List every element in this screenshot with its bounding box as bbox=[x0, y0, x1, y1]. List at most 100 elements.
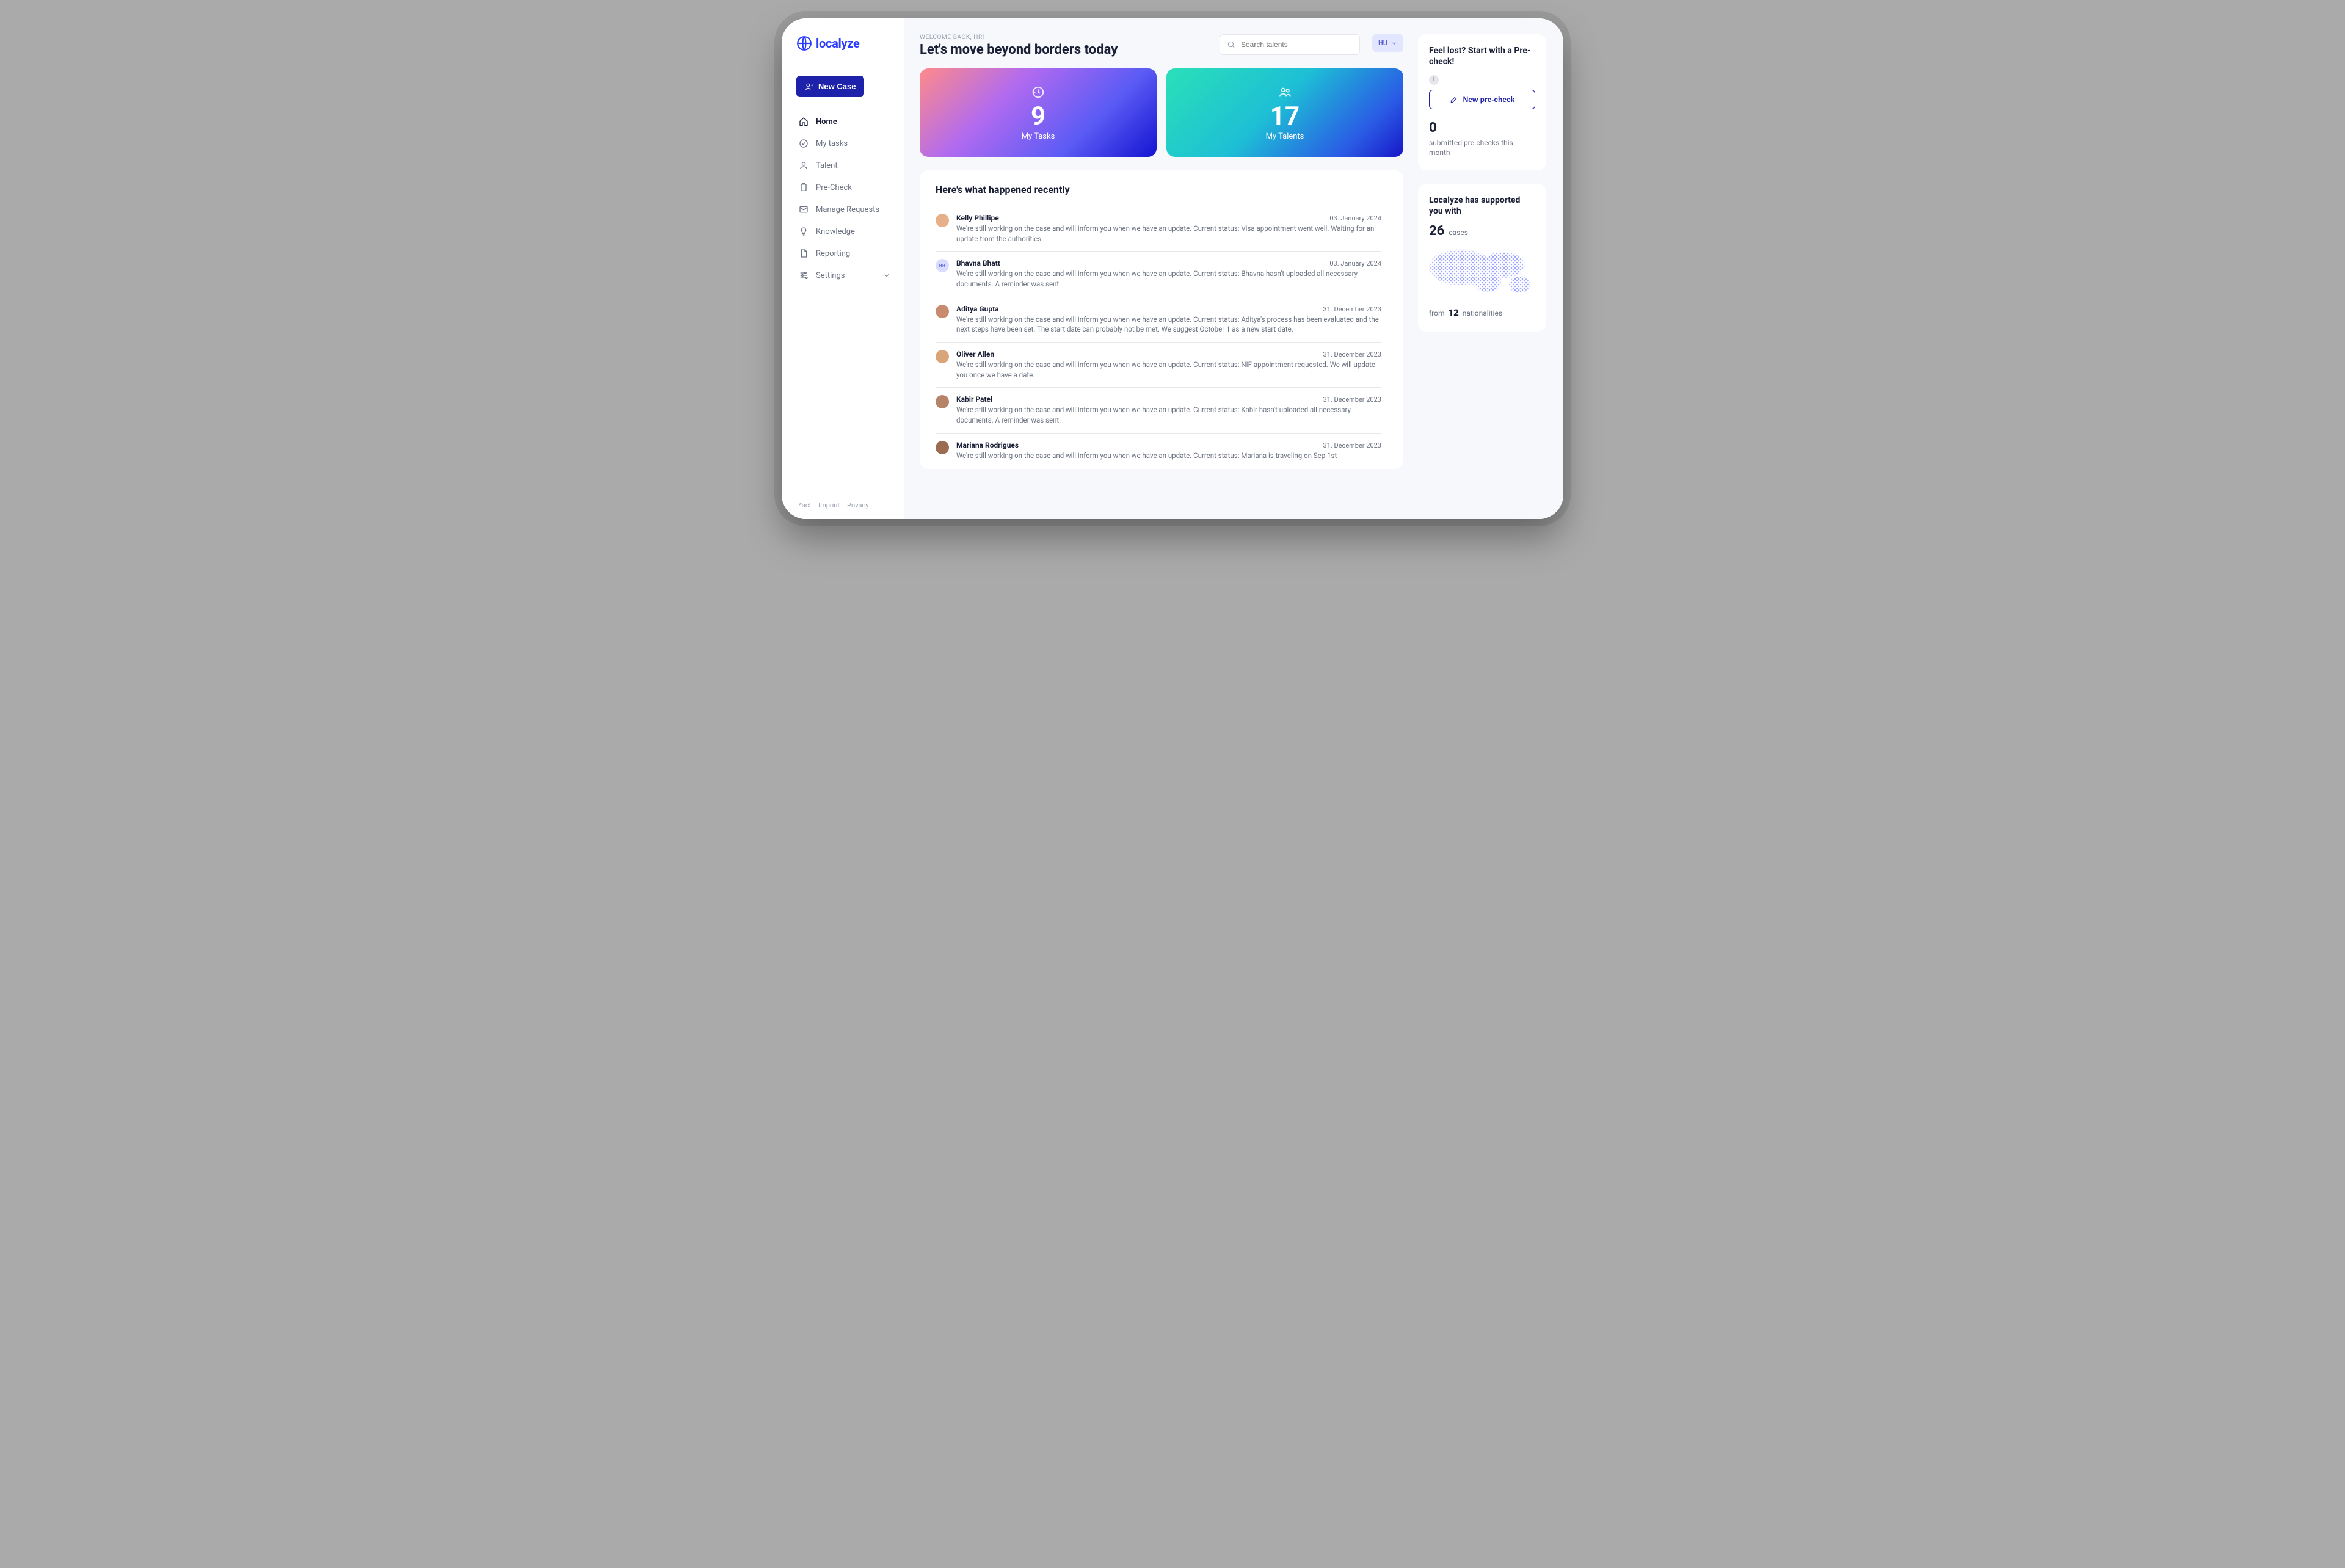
activity-date: 31. December 2023 bbox=[1323, 396, 1381, 404]
activity-message: We're still working on the case and will… bbox=[956, 223, 1381, 244]
activity-date: 03. January 2024 bbox=[1329, 214, 1381, 222]
nat-label: nationalities bbox=[1463, 309, 1502, 318]
globe-icon bbox=[796, 35, 812, 51]
chevron-down-icon bbox=[883, 272, 890, 279]
talents-label: My Talents bbox=[1179, 132, 1391, 141]
user-icon bbox=[799, 161, 809, 170]
new-precheck-button[interactable]: New pre-check bbox=[1429, 90, 1535, 109]
activity-message: We're still working on the case and will… bbox=[956, 314, 1381, 335]
activity-message: We're still working on the case and will… bbox=[956, 405, 1381, 425]
sidebar-item-settings[interactable]: Settings bbox=[796, 266, 893, 285]
from-label: from bbox=[1429, 309, 1445, 318]
sidebar-item-label: Reporting bbox=[816, 249, 850, 258]
search-wrap bbox=[1220, 34, 1360, 55]
support-card: Localyze has supported you with 26 cases… bbox=[1418, 184, 1546, 332]
sidebar-item-label: Settings bbox=[816, 271, 845, 280]
greeting-eyebrow: WELCOME BACK, HR! bbox=[920, 34, 1207, 41]
support-title: Localyze has supported you with bbox=[1429, 195, 1535, 217]
sidebar-item-label: Pre-Check bbox=[816, 183, 852, 192]
activity-date: 03. January 2024 bbox=[1329, 260, 1381, 267]
activity-name: Bhavna Bhatt bbox=[956, 259, 1000, 267]
activity-body: Mariana Rodrigues 31. December 2023 We're … bbox=[956, 441, 1381, 461]
activity-item[interactable]: Kabir Patel 31. December 2023We're still … bbox=[936, 388, 1381, 433]
talents-count: 17 bbox=[1179, 104, 1391, 129]
right-column: Feel lost? Start with a Pre-check! i New… bbox=[1418, 34, 1546, 501]
new-case-label: New Case bbox=[818, 82, 856, 91]
search-icon bbox=[1227, 40, 1235, 49]
footer-link-act[interactable]: *act bbox=[799, 501, 811, 509]
world-map-icon bbox=[1429, 248, 1535, 297]
avatar bbox=[936, 305, 949, 318]
activity-item[interactable]: Oliver Allen 31. December 2023 We're still… bbox=[936, 343, 1381, 388]
cases-count: 26 bbox=[1429, 223, 1444, 239]
activity-message: We're still working on the case and will… bbox=[956, 269, 1381, 289]
page-title: Let's move beyond borders today bbox=[920, 42, 1207, 57]
activity-body: Oliver Allen 31. December 2023 We're still… bbox=[956, 350, 1381, 380]
support-cases: 26 cases bbox=[1429, 222, 1535, 241]
activity-list[interactable]: Kelly Phillipe03. January 2024We're stil… bbox=[936, 206, 1387, 463]
search-input[interactable] bbox=[1220, 34, 1360, 55]
activity-body: Kelly Phillipe 03. January 2024We're stil… bbox=[956, 214, 1381, 244]
new-case-button[interactable]: New Case bbox=[796, 76, 864, 97]
user-plus-icon bbox=[805, 82, 813, 91]
activity-body: Bhavna Bhatt 03. January 2024 We're still … bbox=[956, 259, 1381, 289]
precheck-count-label: submitted pre-checks this month bbox=[1429, 139, 1513, 158]
sidebar-item-reporting[interactable]: Reporting bbox=[796, 244, 893, 263]
activity-item[interactable]: BB Bhavna Bhatt 03. January 2024 We're stil… bbox=[936, 252, 1381, 297]
sidebar-item-label: Manage Requests bbox=[816, 205, 879, 214]
sidebar-item-label: Talent bbox=[816, 161, 838, 170]
sidebar-footer: *act Imprint Privacy bbox=[796, 501, 893, 509]
activity-name: Kabir Patel bbox=[956, 395, 992, 404]
mail-icon bbox=[799, 205, 809, 214]
tasks-count: 9 bbox=[932, 104, 1144, 129]
activity-body: Aditya Gupta 31. December 2023We're still… bbox=[956, 305, 1381, 335]
sidebar-item-talent[interactable]: Talent bbox=[796, 156, 893, 175]
new-precheck-label: New pre-check bbox=[1463, 95, 1515, 104]
precheck-count: 0 bbox=[1429, 120, 1437, 136]
activity-card: Here's what happened recently Kelly Phil… bbox=[920, 170, 1403, 469]
edit-icon bbox=[1450, 95, 1458, 104]
activity-message: We're still working on the case and will… bbox=[956, 360, 1381, 380]
precheck-card: Feel lost? Start with a Pre-check! i New… bbox=[1418, 34, 1546, 170]
sidebar-item-precheck[interactable]: Pre-Check bbox=[796, 178, 893, 197]
footer-link-imprint[interactable]: Imprint bbox=[818, 501, 840, 509]
activity-name: Mariana Rodrigues bbox=[956, 441, 1019, 449]
activity-date: 31. December 2023 bbox=[1323, 441, 1381, 449]
avatar: BB bbox=[936, 259, 949, 272]
chevron-down-icon bbox=[1391, 40, 1397, 46]
activity-item[interactable]: Aditya Gupta 31. December 2023We're still… bbox=[936, 297, 1381, 343]
sidebar-item-label: Knowledge bbox=[816, 227, 855, 236]
sidebar-item-mytasks[interactable]: My tasks bbox=[796, 134, 893, 153]
tasks-label: My Tasks bbox=[932, 132, 1144, 141]
activity-name: Oliver Allen bbox=[956, 350, 994, 358]
history-icon bbox=[1031, 85, 1045, 99]
brand-name: localyze bbox=[816, 36, 860, 51]
sidebar-item-knowledge[interactable]: Knowledge bbox=[796, 222, 893, 241]
users-icon bbox=[1278, 85, 1292, 99]
activity-date: 31. December 2023 bbox=[1323, 305, 1381, 313]
home-icon bbox=[799, 117, 809, 126]
activity-item[interactable]: Mariana Rodrigues 31. December 2023 We're … bbox=[936, 434, 1381, 463]
sidebar-item-home[interactable]: Home bbox=[796, 112, 893, 131]
activity-item[interactable]: Kelly Phillipe 03. January 2024We're stil… bbox=[936, 206, 1381, 252]
lightbulb-icon bbox=[799, 227, 809, 236]
activity-name: Kelly Phillipe bbox=[956, 214, 999, 222]
activity-name: Aditya Gupta bbox=[956, 305, 999, 313]
precheck-title: Feel lost? Start with a Pre-check! bbox=[1429, 45, 1535, 67]
cases-label: cases bbox=[1449, 228, 1468, 237]
sidebar-item-label: Home bbox=[816, 117, 837, 126]
stat-card-talents[interactable]: 17 My Talents bbox=[1166, 68, 1403, 157]
document-icon bbox=[799, 249, 809, 258]
activity-message: We're still working on the case and will… bbox=[956, 451, 1381, 461]
activity-title: Here's what happened recently bbox=[936, 184, 1387, 195]
check-circle-icon bbox=[799, 139, 809, 148]
footer-link-privacy[interactable]: Privacy bbox=[847, 501, 869, 509]
info-icon[interactable]: i bbox=[1429, 75, 1439, 85]
support-nationalities: from 12 nationalities bbox=[1429, 307, 1535, 319]
brand-logo: localyze bbox=[796, 35, 893, 51]
sidebar-item-managerequests[interactable]: Manage Requests bbox=[796, 200, 893, 219]
activity-date: 31. December 2023 bbox=[1323, 350, 1381, 358]
stat-card-tasks[interactable]: 9 My Tasks bbox=[920, 68, 1157, 157]
avatar bbox=[936, 214, 949, 227]
user-menu[interactable]: HU bbox=[1372, 34, 1403, 52]
